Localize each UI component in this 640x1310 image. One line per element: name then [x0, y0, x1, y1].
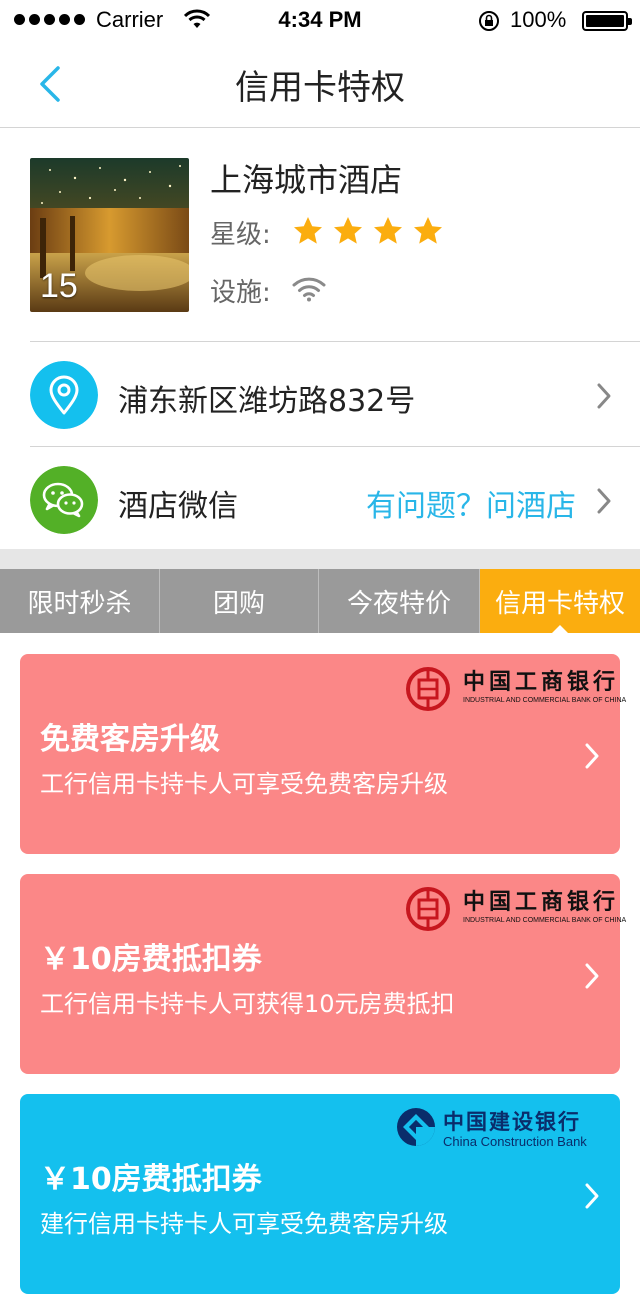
- tab-group-buy[interactable]: 团购: [160, 569, 319, 633]
- bank-name-en: INDUSTRIAL AND COMMERCIAL BANK OF CHINA: [463, 697, 627, 704]
- offer-title: ￥10房费抵扣券: [40, 1162, 262, 1197]
- offer-card[interactable]: 中国工商银行 INDUSTRIAL AND COMMERCIAL BANK OF…: [20, 654, 626, 854]
- offer-tabs: 限时秒杀 团购 今夜特价 信用卡特权: [0, 569, 640, 634]
- ask-hotel-link[interactable]: 有问题？问酒店: [366, 481, 576, 525]
- offer-description: 工行信用卡持卡人可获得10元房费抵扣: [40, 990, 455, 1018]
- offer-description: 建行信用卡持卡人可享受免费客房升级: [40, 1210, 448, 1238]
- chevron-right-icon: [585, 743, 599, 769]
- bank-name-en: China Construction Bank: [443, 1134, 587, 1149]
- hotel-photo[interactable]: 15: [30, 158, 189, 312]
- tab-flash-sale[interactable]: 限时秒杀: [0, 569, 160, 633]
- offer-title: 免费客房升级: [40, 722, 220, 757]
- bank-name: 中国建设银行: [443, 1110, 581, 1134]
- offer-title: ￥10房费抵扣券: [40, 942, 262, 977]
- bank-name: 中国工商银行: [463, 670, 620, 695]
- star-rating: [292, 215, 444, 247]
- bank-name-en: INDUSTRIAL AND COMMERCIAL BANK OF CHINA: [463, 917, 627, 924]
- star-icon: [374, 217, 402, 244]
- tab-tonight-deals[interactable]: 今夜特价: [319, 569, 480, 633]
- location-pin-icon: [30, 361, 98, 429]
- facility-label: 设施:: [210, 278, 271, 308]
- section-gap: [0, 549, 640, 569]
- status-bar: Carrier 4:34 PM 100%: [0, 0, 640, 40]
- ccb-logo-icon: [397, 1108, 435, 1146]
- divider: [30, 446, 640, 447]
- battery-icon: [582, 11, 632, 31]
- chevron-right-icon: [585, 1183, 599, 1209]
- icbc-logo: 中国工商银行 INDUSTRIAL AND COMMERCIAL BANK OF…: [405, 662, 626, 718]
- offer-card[interactable]: 中国建设银行 China Construction Bank ￥10房费抵扣券 …: [20, 1094, 620, 1294]
- icbc-logo: 中国工商银行 INDUSTRIAL AND COMMERCIAL BANK OF…: [405, 882, 626, 938]
- page-title: 信用卡特权: [235, 68, 405, 108]
- chevron-right-icon: [597, 488, 611, 514]
- ccb-logo: 中国建设银行 China Construction Bank: [395, 1104, 610, 1160]
- hotel-wechat-label: 酒店微信: [118, 489, 238, 524]
- star-rating-label: 星级:: [210, 220, 271, 250]
- chevron-right-icon: [585, 963, 599, 989]
- wifi-icon: [292, 277, 326, 302]
- chevron-right-icon: [597, 383, 611, 409]
- address-text: 浦东新区潍坊路832号: [118, 384, 416, 419]
- icbc-logo-icon: [406, 667, 450, 711]
- navigation-bar: 信用卡特权: [0, 40, 640, 128]
- offer-description: 工行信用卡持卡人可享受免费客房升级: [40, 770, 448, 798]
- star-icon: [334, 217, 362, 244]
- hotel-name: 上海城市酒店: [210, 161, 403, 199]
- tab-credit-card-perks[interactable]: 信用卡特权: [480, 569, 640, 634]
- divider: [30, 341, 640, 342]
- offer-card[interactable]: 中国工商银行 INDUSTRIAL AND COMMERCIAL BANK OF…: [20, 874, 626, 1074]
- rotation-lock-icon: [479, 11, 499, 31]
- star-icon: [414, 217, 442, 244]
- star-icon: [294, 217, 322, 244]
- icbc-logo-icon: [406, 887, 450, 931]
- wechat-icon: [30, 466, 98, 534]
- bank-name: 中国工商银行: [463, 890, 620, 915]
- battery-percent: 100%: [510, 7, 567, 32]
- photo-count: 15: [40, 267, 78, 305]
